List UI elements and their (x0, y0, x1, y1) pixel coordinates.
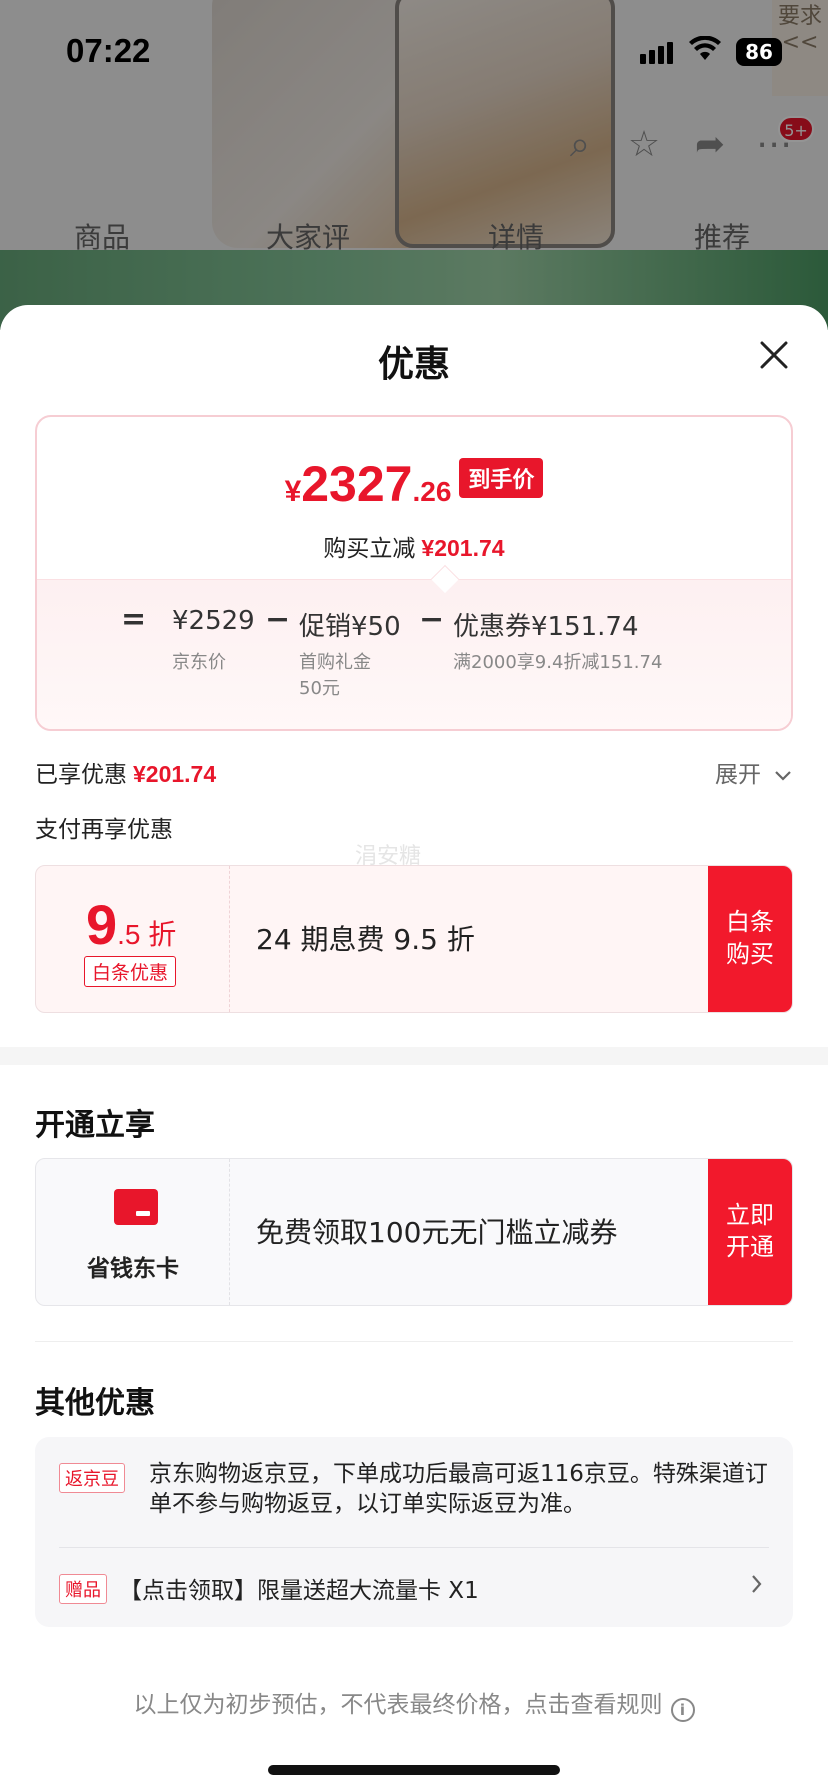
base-price: ¥2529 (172, 606, 255, 636)
baitiao-discount: 9.5 折 白条优惠 (36, 866, 230, 1012)
wifi-icon (689, 36, 721, 60)
savings-card-desc: 免费领取100元无门槛立减券 (256, 1216, 618, 1249)
equals-sign: = (121, 602, 147, 637)
signal-icon (640, 42, 676, 64)
rules-note[interactable]: 以上仅为初步预估，不代表最终价格，点击查看规则 i (0, 1685, 828, 1722)
chevron-right-icon[interactable] (749, 1571, 765, 1597)
divider (35, 1341, 793, 1342)
sheet-title: 优惠 (377, 344, 450, 385)
enjoyed-discount: 已享优惠 ¥201.74 (35, 761, 217, 788)
baitiao-offer-card[interactable]: 9.5 折 白条优惠 24 期息费 9.5 折 白条 购买 (35, 865, 793, 1013)
price-card: ¥2327.26 到手价 购买立减 ¥201.74 = ¥2529 京东价 − 促销… (35, 415, 793, 731)
discount-sheet: 优惠 ¥2327.26 到手价 购买立减 ¥201.74 = ¥2529 京东价 −… (0, 305, 828, 1792)
bean-tag: 返京豆 (59, 1463, 125, 1493)
status-time: 07:22 (66, 32, 151, 69)
gift-tag: 赠品 (59, 1574, 107, 1604)
price-breakdown: = ¥2529 京东价 − 促销¥50 首购礼金 50元 − 优惠券¥151.7… (37, 579, 791, 729)
close-icon[interactable] (754, 335, 794, 375)
open-now-button[interactable]: 立即 开通 (708, 1159, 792, 1305)
bean-text: 京东购物返京豆，下单成功后最高可返116京豆。特殊渠道订单不参与购物返豆，以订单… (149, 1461, 768, 1517)
promo-label: 首购礼金 (299, 652, 371, 673)
status-bar: 07:22 86 (0, 0, 828, 100)
battery-icon: 86 (736, 38, 782, 66)
discount-big: 9 (86, 893, 118, 956)
other-offers-box: 返京豆 京东购物返京豆，下单成功后最高可返116京豆。特殊渠道订单不参与购物返豆… (35, 1437, 793, 1627)
minus-sign: − (419, 602, 445, 637)
final-price-tag: 到手价 (459, 458, 544, 498)
baitiao-tag: 白条优惠 (84, 956, 177, 987)
open-section-title: 开通立享 (35, 1108, 155, 1143)
savings-card: 省钱东卡 (36, 1159, 230, 1305)
card-icon (114, 1189, 158, 1225)
reduce-line: 购买立减 ¥201.74 (323, 535, 505, 562)
savings-card-offer[interactable]: 省钱东卡 免费领取100元无门槛立减券 立即 开通 (35, 1158, 793, 1306)
final-price: ¥2327.26 (284, 456, 452, 512)
promo-value: 促销¥50 (299, 612, 401, 642)
divider (59, 1547, 769, 1548)
baitiao-desc: 24 期息费 9.5 折 (256, 923, 475, 956)
promo-label-amount: 50元 (299, 678, 340, 699)
minus-sign: − (265, 602, 291, 637)
coupon-value: 优惠券¥151.74 (453, 612, 639, 642)
pay-extra-title: 支付再享优惠 (35, 817, 173, 843)
other-section-title: 其他优惠 (35, 1386, 155, 1421)
expand-button[interactable]: 展开 (715, 755, 792, 789)
gift-link[interactable]: 【点击领取】限量送超大流量卡 X1 (119, 1571, 479, 1605)
section-divider (0, 1047, 828, 1065)
savings-card-label: 省钱东卡 (87, 1256, 179, 1282)
home-indicator (268, 1765, 560, 1775)
baitiao-buy-button[interactable]: 白条 购买 (708, 866, 792, 1012)
info-icon[interactable]: i (670, 1698, 695, 1722)
base-price-label: 京东价 (172, 652, 226, 673)
discount-small: .5 折 (117, 919, 177, 950)
chevron-down-icon (775, 771, 792, 781)
coupon-label: 满2000享9.4折减151.74 (453, 652, 663, 673)
